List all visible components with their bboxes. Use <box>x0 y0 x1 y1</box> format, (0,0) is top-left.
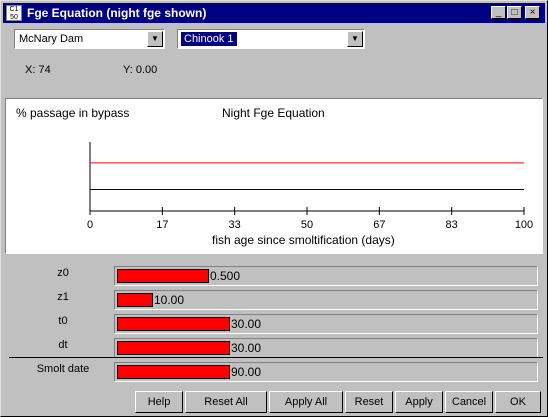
apply-all-button[interactable]: Apply All <box>269 391 343 413</box>
x-tick-label: 67 <box>373 219 385 231</box>
param-value: 10.00 <box>154 293 185 307</box>
chart-x-label: fish age since smoltification (days) <box>212 233 395 247</box>
maximize-button[interactable]: □ <box>507 6 522 19</box>
param-label: t0 <box>58 315 68 327</box>
minimize-button[interactable]: _ <box>491 6 506 19</box>
param-label: dt <box>58 339 68 351</box>
species-select[interactable]: Chinook 1 ▼ <box>177 29 365 49</box>
x-tick-label: 17 <box>156 219 168 231</box>
x-tick-label: 100 <box>515 219 533 231</box>
param-value: 0.500 <box>210 269 241 283</box>
param-slider-fill[interactable] <box>117 293 153 307</box>
x-tick-label: 83 <box>446 219 458 231</box>
species-select-value: Chinook 1 <box>181 32 237 46</box>
cancel-button[interactable]: Cancel <box>445 391 493 413</box>
dam-select[interactable]: McNary Dam ▼ <box>14 29 165 49</box>
param-slider[interactable]: 30.00 <box>114 338 538 358</box>
fge-chart[interactable]: % passage in bypass Night Fge Equation 0… <box>5 98 543 254</box>
param-value: 30.00 <box>231 317 262 331</box>
param-slider[interactable]: 90.00 <box>114 362 538 382</box>
reset-button[interactable]: Reset <box>345 391 393 413</box>
param-value: 90.00 <box>231 365 262 379</box>
close-button[interactable]: × <box>525 6 540 19</box>
chart-plot-area: 0 17 33 50 67 83 100 <box>87 142 533 231</box>
param-slider-fill[interactable] <box>117 317 230 331</box>
fge-equation-window: C1 50 Fge Equation (night fge shown) _ □… <box>0 0 548 417</box>
param-slider-fill[interactable] <box>117 269 209 283</box>
param-slider[interactable]: 10.00 <box>114 290 538 310</box>
dam-select-value: McNary Dam <box>19 33 84 45</box>
chevron-down-icon[interactable]: ▼ <box>147 31 163 47</box>
reset-all-button[interactable]: Reset All <box>185 391 267 413</box>
ok-button[interactable]: OK <box>495 391 541 413</box>
param-slider-fill[interactable] <box>117 365 230 379</box>
y-coordinate-readout: Y: 0.00 <box>123 64 158 76</box>
param-slider[interactable]: 30.00 <box>114 314 538 334</box>
title-bar[interactable]: C1 50 Fge Equation (night fge shown) _ □… <box>3 3 545 23</box>
param-slider[interactable]: 0.500 <box>114 266 538 286</box>
param-value: 30.00 <box>231 341 262 355</box>
divider <box>9 357 543 358</box>
param-label: Smolt date <box>36 363 90 375</box>
param-label: z0 <box>57 267 69 279</box>
x-tick-label: 0 <box>87 219 93 231</box>
x-coordinate-readout: X: 74 <box>25 64 51 76</box>
x-tick-label: 50 <box>301 219 313 231</box>
param-label: z1 <box>57 291 69 303</box>
x-tick-label: 33 <box>229 219 241 231</box>
chevron-down-icon[interactable]: ▼ <box>347 31 363 47</box>
window-title: Fge Equation (night fge shown) <box>27 6 207 20</box>
app-icon: C1 50 <box>6 5 22 21</box>
apply-button[interactable]: Apply <box>395 391 443 413</box>
param-slider-fill[interactable] <box>117 341 230 355</box>
help-button[interactable]: Help <box>135 391 183 413</box>
